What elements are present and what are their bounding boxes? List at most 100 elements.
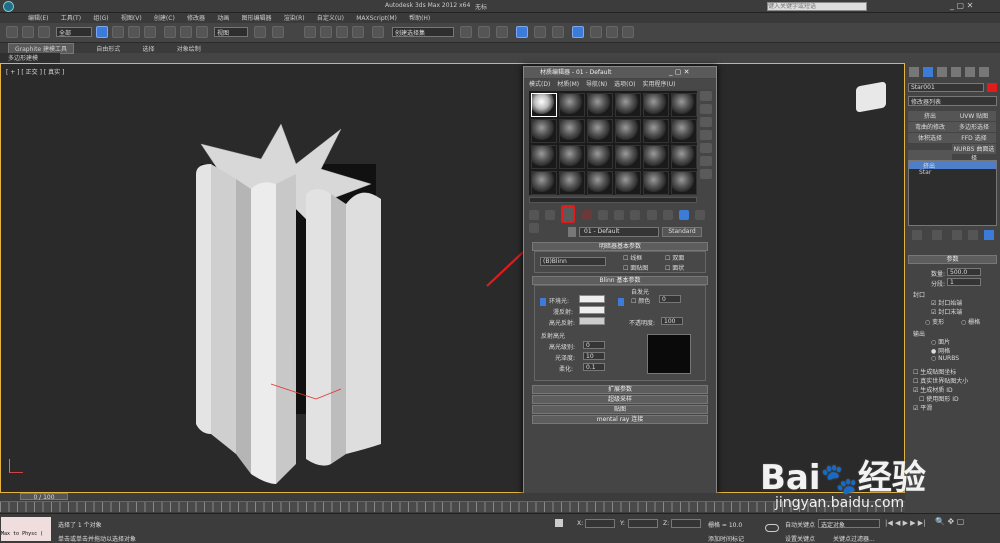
- spec-level-spinner[interactable]: 0: [583, 341, 605, 349]
- search-input[interactable]: [767, 2, 867, 11]
- sample-slot[interactable]: [587, 171, 613, 195]
- perspective-viewport[interactable]: [ + ] [ 正交 ] [ 真实 ]: [0, 63, 905, 493]
- time-slider-thumb[interactable]: 0 / 100: [20, 493, 68, 501]
- pin-stack-icon[interactable]: [912, 230, 922, 240]
- window-controls[interactable]: _ ▢ ✕: [669, 68, 689, 76]
- modifier-list-dropdown[interactable]: 修改器列表: [908, 96, 997, 106]
- show-map-icon[interactable]: [662, 210, 673, 220]
- faceted-checkbox[interactable]: ☐ 面状: [665, 263, 684, 272]
- material-type-button[interactable]: Standard: [662, 227, 702, 237]
- diffuse-map-button[interactable]: [618, 298, 624, 306]
- object-name-field[interactable]: Star001: [908, 83, 984, 92]
- y-coord-field[interactable]: [628, 519, 658, 528]
- set-key-button[interactable]: 设置关键点: [785, 534, 815, 543]
- show-end-result-icon[interactable]: [679, 210, 690, 220]
- z-coord-field[interactable]: [671, 519, 701, 528]
- shader-dropdown[interactable]: (B)Blinn: [540, 257, 606, 266]
- app-logo-icon[interactable]: [3, 1, 14, 12]
- shader-basic-rollout[interactable]: 明暗器基本参数: [532, 242, 708, 251]
- menu-animation[interactable]: 动画: [217, 13, 229, 22]
- sample-slot[interactable]: [671, 93, 697, 117]
- display-tab-icon[interactable]: [965, 67, 975, 77]
- window-controls[interactable]: _ ▢ ✕: [950, 1, 973, 10]
- mod-button[interactable]: NURBS 曲面选择: [952, 144, 996, 162]
- material-id-icon[interactable]: [646, 210, 657, 220]
- motion-tab-icon[interactable]: [951, 67, 961, 77]
- sample-slot[interactable]: [643, 145, 669, 169]
- mod-button[interactable]: FFD 选择: [952, 133, 996, 143]
- bind-icon[interactable]: [38, 26, 50, 38]
- mod-button[interactable]: 弯曲的修改: [908, 122, 952, 132]
- get-material-icon[interactable]: [529, 210, 539, 220]
- put-to-library-icon[interactable]: [630, 210, 641, 220]
- sample-slot[interactable]: [531, 171, 557, 195]
- align-icon[interactable]: [478, 26, 490, 38]
- parameters-rollout[interactable]: 参数: [908, 255, 997, 264]
- morph-radio[interactable]: ○ 变形: [925, 317, 944, 326]
- specular-swatch[interactable]: [579, 317, 605, 325]
- menu-graph-editors[interactable]: 图形编辑器: [242, 13, 272, 22]
- sample-slot[interactable]: [531, 145, 557, 169]
- named-selection-dropdown[interactable]: 创建选择集: [392, 27, 454, 37]
- sample-slot[interactable]: [559, 171, 585, 195]
- unlink-icon[interactable]: [22, 26, 34, 38]
- ambient-swatch[interactable]: [579, 295, 605, 303]
- menu-group[interactable]: 组(G): [93, 13, 108, 22]
- sample-slot[interactable]: [671, 145, 697, 169]
- sample-slot[interactable]: [643, 93, 669, 117]
- mod-button[interactable]: 挤出: [908, 111, 952, 121]
- video-color-check-icon[interactable]: [700, 143, 712, 153]
- supersampling-rollout[interactable]: 超级采样: [532, 395, 708, 404]
- sample-slot[interactable]: [587, 119, 613, 143]
- mod-button[interactable]: 多边形选择: [952, 122, 996, 132]
- star-extrusion-model[interactable]: [181, 104, 401, 484]
- mat-menu-modes[interactable]: 模式(D): [529, 81, 550, 88]
- add-time-tag[interactable]: 添加时间标记: [708, 534, 744, 543]
- put-to-scene-icon[interactable]: [545, 210, 556, 220]
- make-preview-icon[interactable]: [700, 156, 712, 166]
- menu-views[interactable]: 视图(V): [121, 13, 142, 22]
- menu-tools[interactable]: 工具(T): [61, 13, 81, 22]
- sample-slot[interactable]: [643, 119, 669, 143]
- gen-mat-ids-checkbox[interactable]: ☑ 生成材质 ID: [913, 385, 953, 394]
- object-color-swatch[interactable]: [987, 83, 997, 92]
- tab-object-paint[interactable]: 对象绘制: [177, 44, 201, 53]
- mat-menu-material[interactable]: 材质(M): [557, 81, 579, 88]
- sample-slot[interactable]: [615, 145, 641, 169]
- sample-slot[interactable]: [559, 119, 585, 143]
- viewcube-icon[interactable]: [856, 81, 886, 113]
- lock-ambient-diffuse-icon[interactable]: [540, 298, 546, 306]
- make-unique-icon[interactable]: [952, 230, 962, 240]
- sample-slot[interactable]: [671, 171, 697, 195]
- render-setup-icon[interactable]: [590, 26, 602, 38]
- options-icon[interactable]: [700, 169, 712, 179]
- extended-params-rollout[interactable]: 扩展参数: [532, 385, 708, 394]
- mat-menu-options[interactable]: 选项(O): [614, 81, 635, 88]
- menu-rendering[interactable]: 渲染(R): [284, 13, 305, 22]
- lock-selection-icon[interactable]: [555, 519, 563, 527]
- cap-end-checkbox[interactable]: ☑ 封口末端: [931, 307, 962, 316]
- sample-slot[interactable]: [615, 171, 641, 195]
- amount-spinner[interactable]: 500.0: [947, 268, 981, 276]
- spinner-snap-icon[interactable]: [352, 26, 364, 38]
- mirror-icon[interactable]: [460, 26, 472, 38]
- timeline-ruler[interactable]: [0, 501, 905, 512]
- select-object-icon[interactable]: [96, 26, 108, 38]
- render-production-icon[interactable]: [622, 26, 634, 38]
- sample-type-icon[interactable]: [700, 91, 712, 101]
- mat-menu-utilities[interactable]: 实用程序(U): [642, 81, 675, 88]
- two-sided-checkbox[interactable]: ☐ 双面: [665, 253, 684, 262]
- mesh-radio[interactable]: ● 网格: [931, 346, 950, 355]
- mental-ray-rollout[interactable]: mental ray 连接: [532, 415, 708, 424]
- show-end-result-icon[interactable]: [932, 230, 942, 240]
- select-by-name-icon[interactable]: [112, 26, 124, 38]
- sample-slot[interactable]: [531, 119, 557, 143]
- rendered-frame-icon[interactable]: [606, 26, 618, 38]
- snap-icon[interactable]: [304, 26, 316, 38]
- uv-tiling-icon[interactable]: [700, 130, 712, 140]
- percent-snap-icon[interactable]: [336, 26, 348, 38]
- make-unique-icon[interactable]: [614, 210, 625, 220]
- link-icon[interactable]: [6, 26, 18, 38]
- sample-slot[interactable]: [559, 145, 585, 169]
- cap-start-checkbox[interactable]: ☑ 封口始端: [931, 298, 962, 307]
